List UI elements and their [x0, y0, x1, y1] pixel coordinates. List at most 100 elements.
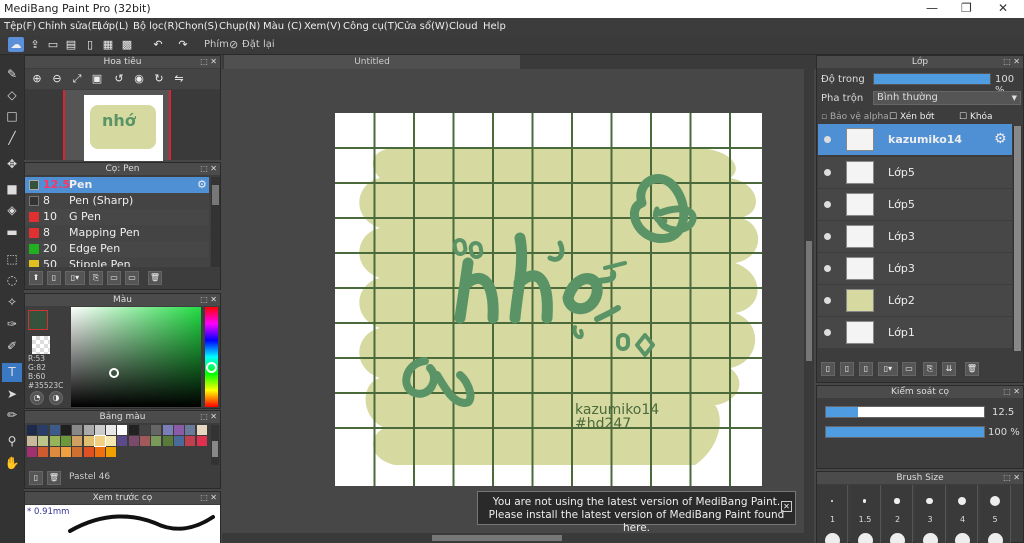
layer-scrollbar[interactable]	[1013, 126, 1022, 351]
brush-opacity-slider[interactable]	[825, 426, 985, 438]
rectangle-tool-icon[interactable]: □	[2, 107, 22, 126]
brush-item-g-pen[interactable]: 10 G Pen	[25, 209, 209, 225]
palette-swatch[interactable]	[49, 447, 60, 457]
brush-new-icon[interactable]: ▯	[47, 271, 61, 285]
palette-swatch[interactable]	[128, 436, 139, 446]
layer-item-lop1[interactable]: Lớp1	[818, 317, 1012, 348]
brush-size-cell[interactable]: 5	[979, 485, 1011, 543]
layer-opacity-slider[interactable]	[873, 73, 991, 85]
color-wheel-icon[interactable]: ◔	[30, 391, 44, 405]
palette-swatch[interactable]	[83, 436, 94, 446]
line-tool-icon[interactable]: ╱	[2, 129, 22, 148]
eyedropper-icon[interactable]: ⚲	[2, 432, 22, 451]
gradient-tool-icon[interactable]: ▬	[2, 223, 22, 242]
palette-swatch[interactable]	[185, 425, 196, 435]
palette-swatch[interactable]	[162, 436, 173, 446]
select-eraser-icon[interactable]: ✐	[2, 337, 22, 356]
palette-swatches[interactable]	[27, 425, 209, 465]
actual-size-icon[interactable]: ▣	[89, 71, 105, 86]
brush-copy-icon[interactable]: ⎘	[89, 271, 103, 285]
zoom-out-icon[interactable]: ⊖	[49, 71, 65, 86]
lock-checkbox[interactable]: ☐ Khóa	[959, 112, 993, 122]
reset-icon[interactable]: ⊘	[229, 38, 238, 51]
color-picker-square[interactable]	[71, 307, 201, 407]
reset-button[interactable]: Đặt lại	[242, 39, 275, 50]
panel-popout-icon[interactable]: ⬚ ✕	[200, 294, 217, 306]
fill-rect-icon[interactable]: ■	[2, 180, 22, 199]
hue-slider-handle[interactable]	[206, 362, 217, 373]
menu-cloud[interactable]: Cloud	[449, 21, 478, 32]
blend-mode-select[interactable]: Bình thường ▼	[873, 91, 1021, 105]
lasso-tool-icon[interactable]: ◌	[2, 271, 22, 290]
redo-icon[interactable]: ↷	[175, 37, 191, 52]
palette-delete-icon[interactable]: 🗑	[47, 471, 61, 485]
palette-swatch[interactable]	[196, 425, 207, 435]
brush-scrollbar[interactable]	[211, 177, 220, 267]
panel-popout-icon[interactable]: ⬚ ✕	[200, 56, 217, 68]
divide-tool-icon[interactable]: ✏	[2, 406, 22, 425]
menu-select[interactable]: Chọn(S)	[178, 21, 218, 32]
palette-swatch[interactable]	[38, 425, 49, 435]
layer-new-1bit-icon[interactable]: ▯	[859, 362, 873, 376]
brush-size-cell[interactable]: 2	[882, 485, 913, 543]
palette-swatch[interactable]	[72, 447, 83, 457]
brush-folder-icon[interactable]: ▭	[107, 271, 121, 285]
palette-swatch[interactable]	[27, 425, 37, 435]
brush-options-icon[interactable]: ▯▾	[65, 271, 85, 285]
canvas-page[interactable]: kazumiko14 #hd247 nhớ	[335, 113, 762, 486]
bucket-tool-icon[interactable]: ◈	[2, 201, 22, 220]
brush-size-slider[interactable]	[825, 406, 985, 418]
palette-swatch[interactable]	[140, 436, 150, 446]
menu-color[interactable]: Màu (C)	[263, 21, 302, 32]
palette-swatch[interactable]	[49, 436, 60, 446]
select-tool-icon[interactable]: ⬚	[2, 250, 22, 269]
palette-swatch[interactable]	[94, 425, 105, 435]
panel-popout-icon[interactable]: ⬚ ✕	[200, 411, 217, 423]
palette-swatch[interactable]	[60, 447, 71, 457]
palette-swatch[interactable]	[94, 447, 105, 457]
palette-swatch[interactable]	[38, 447, 49, 457]
rotate-left-icon[interactable]: ↺	[111, 71, 127, 86]
notification-close-button[interactable]: ✕	[781, 501, 792, 512]
maximize-button[interactable]: ❐	[961, 1, 972, 15]
hand-tool-icon[interactable]: ✋	[2, 454, 22, 473]
share-icon[interactable]: ⇪	[27, 37, 43, 52]
zoom-in-icon[interactable]: ⊕	[29, 71, 45, 86]
magic-wand-icon[interactable]: ✧	[2, 293, 22, 312]
brush-item-edge-pen[interactable]: 20 Edge Pen	[25, 241, 209, 257]
layer-new-icon[interactable]: ▯	[821, 362, 835, 376]
panels-icon[interactable]: ▩	[119, 37, 135, 52]
select-pen-icon[interactable]: ✑	[2, 315, 22, 334]
note-icon[interactable]: ▤	[63, 37, 79, 52]
menu-filter[interactable]: Bộ lọc(R)	[133, 21, 178, 32]
brush-item-pen[interactable]: 12.5 Pen ⚙	[25, 177, 209, 193]
brush-size-cell[interactable]: 3	[914, 485, 946, 543]
brush-folder2-icon[interactable]: ▭	[125, 271, 139, 285]
undo-icon[interactable]: ↶	[150, 37, 166, 52]
palette-swatch[interactable]	[151, 436, 162, 446]
palette-swatch[interactable]	[117, 436, 128, 446]
panel-popout-icon[interactable]: ⬚ ✕	[200, 492, 217, 504]
palette-swatch[interactable]	[162, 425, 173, 435]
palette-swatch[interactable]	[27, 436, 37, 446]
canvas-vertical-scrollbar[interactable]	[804, 69, 814, 543]
menu-help[interactable]: Help	[483, 21, 506, 32]
panel-popout-icon[interactable]: ⬚ ✕	[1003, 56, 1020, 68]
menu-file[interactable]: Tệp(F)	[4, 21, 36, 32]
layer-delete-icon[interactable]: 🗑	[965, 362, 979, 376]
brush-item-pen-sharp[interactable]: 8 Pen (Sharp)	[25, 193, 209, 209]
palette-new-icon[interactable]: ▯	[29, 471, 43, 485]
brush-add-icon[interactable]: ⬆	[29, 271, 43, 285]
brush-size-cell[interactable]: 1	[817, 485, 848, 543]
grid-icon[interactable]: ▦	[100, 37, 116, 52]
palette-swatch[interactable]	[196, 436, 207, 446]
brush-size-cell[interactable]: 4	[947, 485, 978, 543]
brush-size-cell[interactable]: 1.5	[849, 485, 881, 543]
palette-swatch[interactable]	[27, 447, 37, 457]
layer-merge-icon[interactable]: ⇊	[942, 362, 956, 376]
text-tool-icon[interactable]: T	[2, 363, 22, 382]
layer-item-lop5[interactable]: Lớp5	[818, 157, 1012, 188]
menu-tools[interactable]: Công cụ(T)	[343, 21, 398, 32]
menu-edit[interactable]: Chỉnh sửa(E)	[38, 21, 102, 32]
palette-swatch[interactable]	[173, 436, 184, 446]
